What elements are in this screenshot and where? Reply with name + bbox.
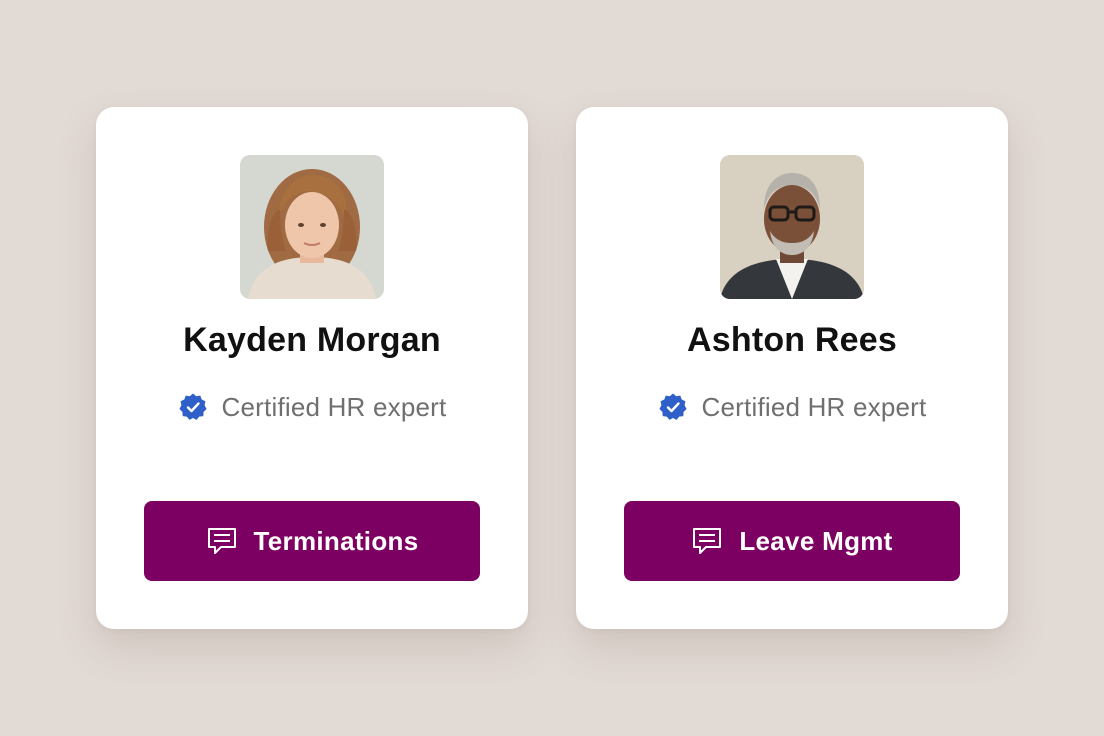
expert-card-ashton-rees: Ashton Rees Certified HR expert Leave Mg…: [576, 107, 1008, 629]
expert-avatar-photo: [240, 155, 384, 299]
terminations-button-label: Terminations: [253, 525, 419, 556]
expert-name: Ashton Rees: [686, 321, 898, 359]
verified-badge-icon: [658, 393, 687, 420]
chat-message-icon: [207, 528, 236, 554]
certification-row: Certified HR expert: [96, 390, 528, 424]
chat-message-icon: [693, 528, 722, 554]
certification-row: Certified HR expert: [576, 390, 1008, 424]
expert-avatar-photo: [720, 155, 864, 299]
leave-mgmt-button-label: Leave Mgmt: [739, 525, 893, 556]
leave-mgmt-button[interactable]: Leave Mgmt: [624, 501, 960, 581]
expert-card-kayden-morgan: Kayden Morgan Certified HR expert Termin…: [96, 107, 528, 629]
terminations-button[interactable]: Terminations: [144, 501, 480, 581]
certification-label: Certified HR expert: [701, 391, 927, 422]
certification-label: Certified HR expert: [221, 391, 447, 422]
verified-badge-icon: [178, 393, 207, 420]
expert-name: Kayden Morgan: [183, 321, 441, 359]
